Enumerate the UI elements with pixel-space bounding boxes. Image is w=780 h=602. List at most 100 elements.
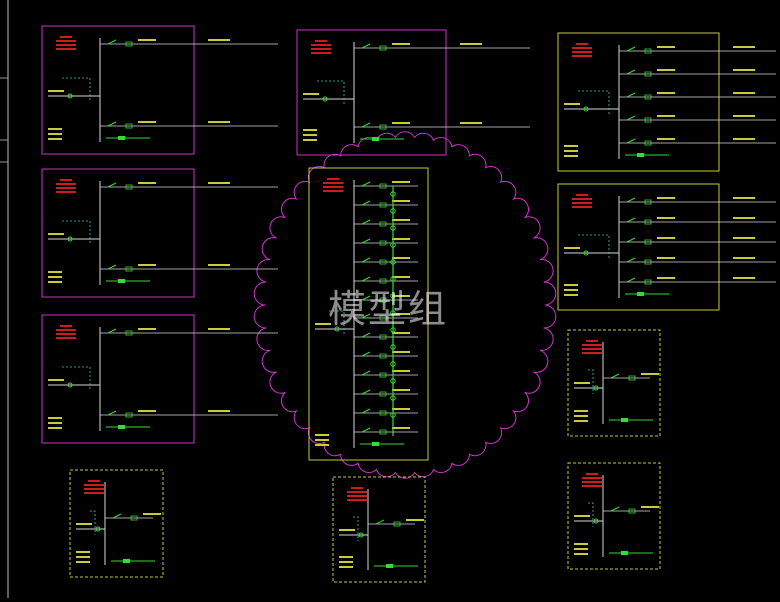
panel-notes-text	[48, 276, 62, 278]
feeder-destination-label	[733, 69, 755, 71]
panel-heading-text	[323, 182, 343, 184]
switch-contact	[361, 427, 371, 433]
panel-notes-text	[339, 561, 353, 563]
switch-contact	[107, 328, 117, 334]
panel-notes-text	[574, 415, 588, 417]
feeder-label	[657, 115, 675, 117]
feeder-label	[657, 237, 675, 239]
feeder-label	[392, 219, 410, 221]
feeder-label	[392, 122, 410, 124]
meter-symbol	[621, 418, 628, 422]
incoming-feeder-label	[564, 103, 580, 105]
feeder-destination-label	[733, 138, 755, 140]
panel-notes-text	[564, 145, 578, 147]
feeder-label	[138, 264, 156, 266]
panel-heading-text	[56, 187, 76, 189]
switch-contact	[626, 197, 636, 203]
panel-heading-text	[582, 481, 602, 483]
panel-p10	[567, 329, 661, 437]
meter-symbol	[118, 425, 125, 429]
panel-heading-text	[56, 191, 76, 193]
switch-contact	[361, 351, 371, 357]
panel-notes-text	[564, 155, 578, 157]
panel-heading-text	[56, 40, 76, 42]
panel-p3	[41, 168, 278, 298]
revision-cloud-outline	[253, 131, 557, 479]
panel-notes-text	[564, 150, 578, 152]
panel-heading-text	[572, 47, 592, 49]
panel-heading-text	[84, 492, 104, 494]
panel-notes-text	[48, 427, 62, 429]
feeder-label	[392, 427, 410, 429]
incoming-feeder-label	[303, 93, 319, 95]
panel-heading-text	[582, 348, 602, 350]
panel-heading-text	[311, 44, 331, 46]
panel-notes-text	[48, 417, 62, 419]
panel-frame	[308, 167, 429, 461]
feeder-label	[392, 238, 410, 240]
meter-symbol	[637, 153, 644, 157]
panel-notes-text	[315, 444, 329, 446]
feeder-destination-label	[208, 264, 230, 266]
switch-contact	[361, 313, 371, 319]
panel-notes-text	[574, 553, 588, 555]
switch-contact	[361, 408, 371, 414]
panel-heading-text	[576, 194, 588, 196]
panel-heading-text	[351, 487, 363, 489]
panel-notes-text	[303, 134, 317, 136]
switch-contact	[626, 217, 636, 223]
feeder-label	[392, 389, 410, 391]
feeder-label	[392, 370, 410, 372]
feeder-label	[657, 257, 675, 259]
feeder-label	[657, 69, 675, 71]
switch-contact	[361, 238, 371, 244]
feeder-label	[657, 277, 675, 279]
panel-frame	[557, 32, 720, 172]
meter-symbol	[123, 559, 130, 563]
switch-contact	[626, 115, 636, 121]
control-wiring	[62, 366, 91, 391]
switch-contact	[112, 513, 122, 519]
control-wiring	[578, 234, 610, 259]
panel-heading-text	[315, 40, 327, 42]
panel-heading-text	[576, 43, 588, 45]
meter-symbol	[118, 279, 125, 283]
panel-notes-text	[48, 128, 62, 130]
switch-contact	[361, 257, 371, 263]
panel-heading-text	[572, 198, 592, 200]
incoming-feeder-label	[574, 382, 590, 384]
incoming-feeder-label	[76, 523, 92, 525]
feeder-destination-label	[733, 115, 755, 117]
panel-notes-text	[303, 129, 317, 131]
panel-p1	[41, 25, 278, 155]
panel-notes-text	[76, 551, 90, 553]
meter-symbol	[621, 551, 628, 555]
feeder-label	[392, 200, 410, 202]
switch-contact	[626, 138, 636, 144]
feeder-label	[641, 373, 659, 375]
panel-notes-text	[303, 139, 317, 141]
panel-notes-text	[574, 548, 588, 550]
panel-notes-text	[315, 434, 329, 436]
meter-symbol	[372, 442, 379, 446]
switch-contact	[361, 122, 371, 128]
incoming-feeder-label	[48, 90, 64, 92]
panel-notes-text	[76, 561, 90, 563]
feeder-destination-label	[733, 277, 755, 279]
feeder-label	[138, 182, 156, 184]
switch-contact	[361, 219, 371, 225]
panel-notes-text	[564, 284, 578, 286]
feeder-label	[138, 121, 156, 123]
panel-p6	[557, 32, 776, 172]
panel-notes-text	[315, 439, 329, 441]
panel-heading-text	[323, 190, 343, 192]
switch-contact	[361, 295, 371, 301]
switch-contact	[626, 257, 636, 263]
panel-p8	[69, 469, 164, 578]
panel-heading-text	[56, 183, 76, 185]
feeder-label	[392, 332, 410, 334]
switch-contact	[107, 410, 117, 416]
incoming-feeder-label	[564, 247, 580, 249]
meter-symbol	[386, 564, 393, 568]
incoming-feeder-label	[574, 515, 590, 517]
